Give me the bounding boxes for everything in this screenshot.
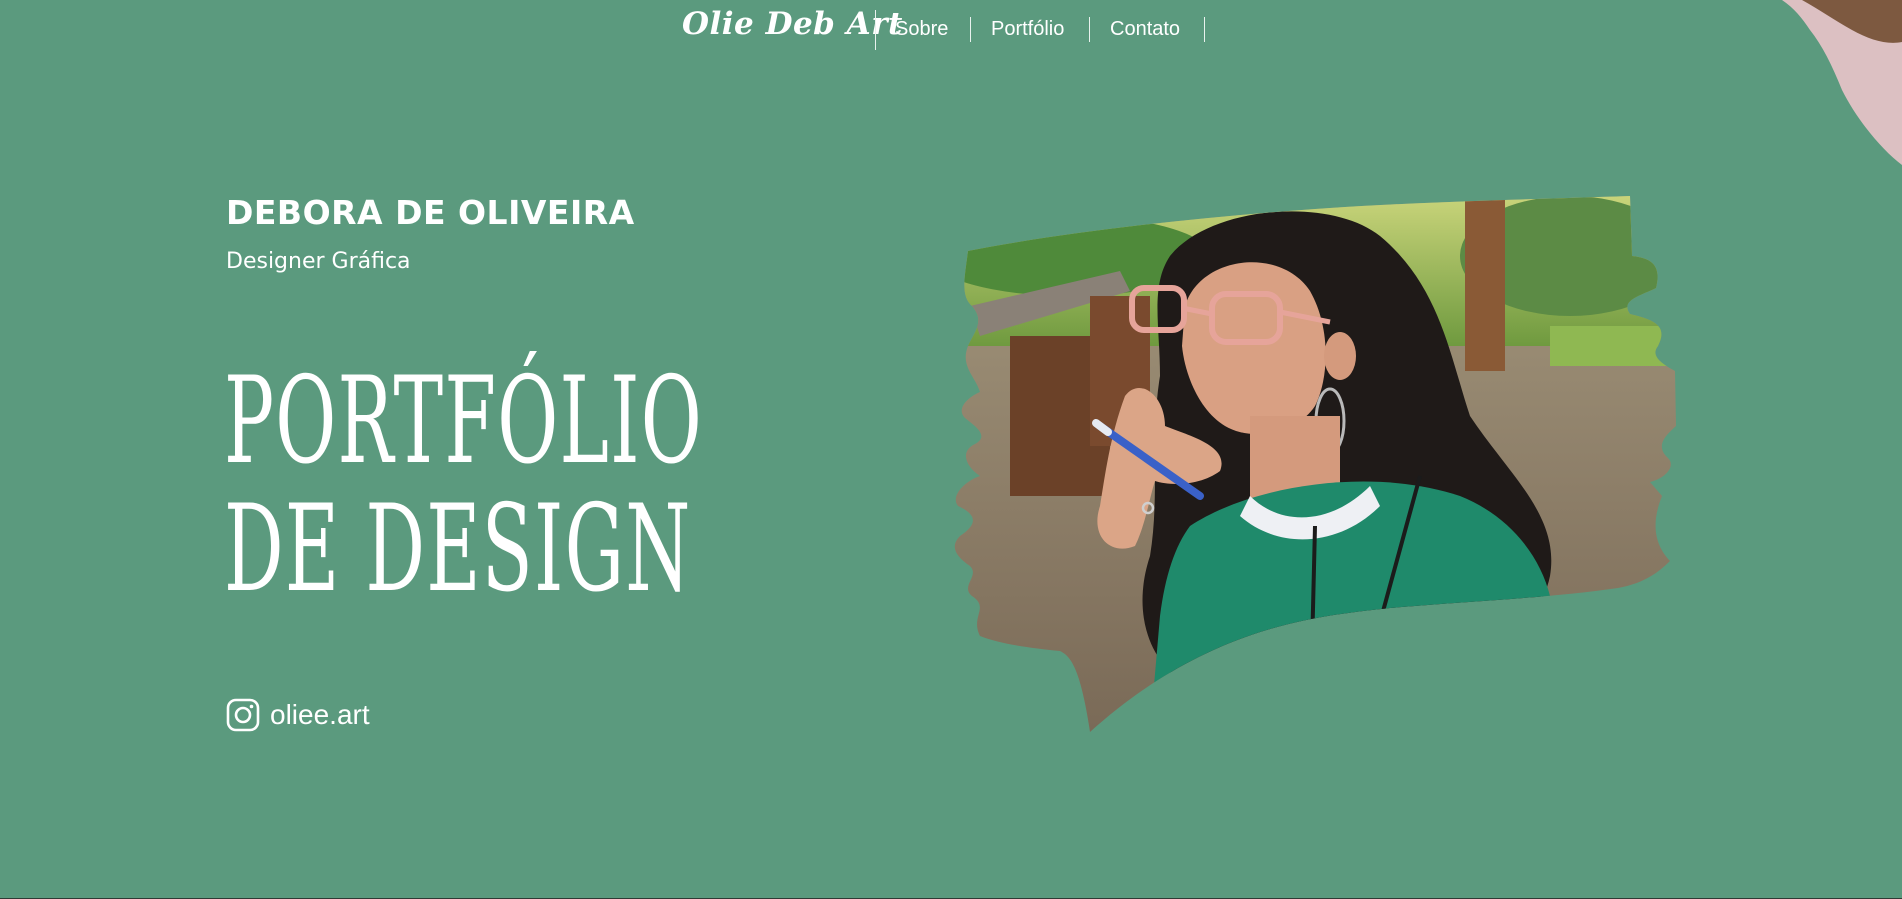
nav-divider xyxy=(970,17,971,42)
hero-title-line-2: DE DESIGN xyxy=(224,480,692,619)
hero-title-line-1: PORTFÓLIO xyxy=(224,352,703,491)
portrait-photo xyxy=(954,196,1676,732)
designer-role: Designer Gráfica xyxy=(226,249,411,274)
instagram-link[interactable]: oliee.art xyxy=(226,698,370,732)
hero-title: PORTFÓLIO DE DESIGN xyxy=(224,358,703,614)
page: Olie Deb Art Sobre Portfólio Contato DEB… xyxy=(0,0,1902,898)
nav-divider xyxy=(875,10,876,50)
instagram-handle: oliee.art xyxy=(270,699,370,730)
nav-divider xyxy=(1204,17,1205,42)
nav-divider xyxy=(1089,17,1090,42)
nav-link-sobre[interactable]: Sobre xyxy=(895,18,948,41)
top-navigation: Olie Deb Art Sobre Portfólio Contato xyxy=(0,0,1902,60)
brand-logo[interactable]: Olie Deb Art xyxy=(682,6,903,42)
designer-name: DEBORA DE OLIVEIRA xyxy=(226,193,635,232)
nav-link-contato[interactable]: Contato xyxy=(1110,18,1180,41)
nav-link-portfolio[interactable]: Portfólio xyxy=(991,18,1064,41)
instagram-icon xyxy=(226,698,260,732)
